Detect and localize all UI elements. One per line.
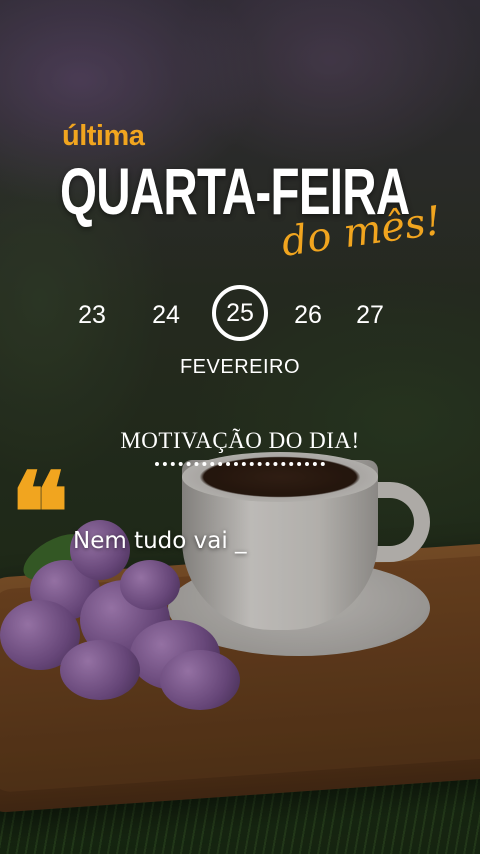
quote-mark-icon: ❝ bbox=[10, 448, 70, 577]
date-item: 24 bbox=[152, 300, 180, 329]
motivation-heading: MOTIVAÇÃO DO DIA! bbox=[120, 428, 360, 453]
eyebrow-text: última bbox=[62, 120, 145, 152]
date-item: 26 bbox=[294, 300, 322, 329]
motivation-text: Nem tudo vai _ bbox=[73, 528, 247, 554]
month-label: FEVEREIRO bbox=[179, 356, 301, 378]
date-item-selected: 25 bbox=[212, 285, 268, 341]
date-strip: 23 24 25 26 27 bbox=[60, 285, 420, 341]
date-item: 27 bbox=[356, 300, 384, 329]
date-item: 23 bbox=[78, 300, 106, 329]
dotted-divider bbox=[155, 462, 325, 466]
